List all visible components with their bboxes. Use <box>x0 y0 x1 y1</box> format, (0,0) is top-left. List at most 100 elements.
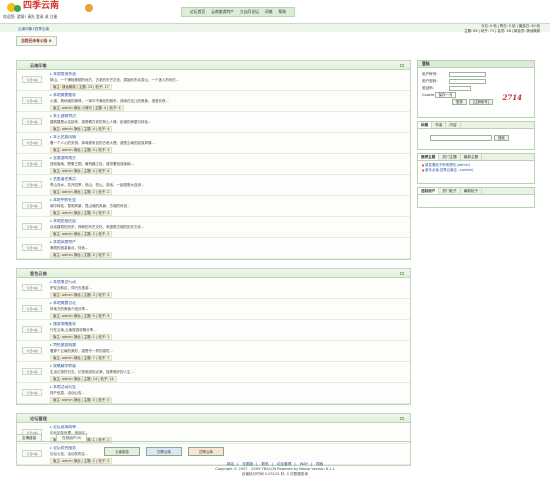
forum-status-icon: 今日0帖 <box>22 450 42 457</box>
forum-description: 行在云南,云南旅游攻略分享... <box>50 327 97 332</box>
announcement: 当前还未有公告 0 <box>16 36 57 46</box>
forum-status-icon: 今日0帖 <box>22 389 42 396</box>
forum-row: 今日0帖去旅游的地方西双版纳，野象王国，最有趣之处，感觉着西双版纳...版主: … <box>17 154 410 175</box>
forum-meta: 版主: admin 静远 | 主题: 5 | 帖子: 5 <box>50 312 113 319</box>
forum-description: 建筑建是从这起来，感受着古老的风土人情，民宿的房屋与特色... <box>50 119 152 124</box>
forum-description: 看一个人心的安排，体味原来自的古老大理，感受云南的民族风情... <box>50 140 155 145</box>
forum-status-icon: 今日0帖 <box>22 181 42 188</box>
forum-description: 青山流水，花开四季，西山、苍山、滇池，一起感受大自然... <box>50 182 145 187</box>
section-header[interactable]: 论坛管理 <box>17 414 410 423</box>
nav-specialties[interactable]: 云南旅游特产 <box>208 9 237 15</box>
badge-2[interactable]: 四季云南 <box>146 447 182 456</box>
forum-row: 今日0帖本地常说杂谈那山，一个神秘美丽的地方，古老的东巴文化，原始的东北茶山，一… <box>17 70 410 91</box>
post-stats: 今日: 0 帖 | 昨日: 0 帖 | 最高日: 40 帖 <box>480 23 540 28</box>
section-title: 客色云南 <box>30 271 47 276</box>
forum-meta: 版主: admin 静远 | 主题: 0 | 帖子: 0 <box>50 396 113 403</box>
site-logo[interactable]: 四季云南 <box>5 1 103 14</box>
forum-status-icon: 今日0帖 <box>22 223 42 230</box>
forum-status-icon: 今日0帖 <box>22 305 42 312</box>
captcha-image[interactable]: 2714 <box>503 93 522 103</box>
section-title: 云南印象 <box>30 63 47 68</box>
nav-jiuxian[interactable]: 九仙月论坛 <box>237 9 262 15</box>
badge-1[interactable]: 云南旅游 <box>104 447 140 456</box>
password-input[interactable] <box>449 79 486 84</box>
section-header[interactable]: 客色云南 <box>17 269 410 278</box>
nav-help[interactable]: 帮助 <box>276 9 290 15</box>
forum-description: 城中转站，昆明风景，昆山城的风景，古城的传说... <box>50 203 131 208</box>
welcome-text: 欢迎您: 游客! 请先 登录 或 注册 <box>3 14 58 19</box>
tab-author[interactable]: 作者 <box>432 122 447 128</box>
users-box: 活跃用户 热门帖子 最新帖子 <box>417 187 535 208</box>
tab-new-posts[interactable]: 最新帖子 <box>461 188 483 194</box>
badge-3[interactable]: 四季云南 <box>188 447 224 456</box>
footer-link[interactable]: 联系 <box>258 462 271 466</box>
forum-status-icon: 今日0帖 <box>22 97 42 104</box>
forum-row: 今日0帖本地景点行动驴友互助区，同行去旅游...版主: admin 静远 | 主… <box>17 278 410 299</box>
forum-description: 好地方的美食介绍分享... <box>50 306 89 311</box>
forum-meta: 版主: admin 静远 | 主题: 2 | 帖子: 2 <box>50 230 113 237</box>
tab-recommended[interactable]: 推荐主题 <box>418 154 440 160</box>
bottom-tabs: 友情链接 在线用户(0) <box>16 434 411 442</box>
user-label: 用户帐号: <box>422 72 438 77</box>
username-input[interactable] <box>449 72 486 77</box>
forum-row: 今日0帖本土建筑特点建筑建是从这起来，感受着古老的风土人情，民宿的房屋与特色..… <box>17 112 410 133</box>
tab-online[interactable]: 在线用户(0) <box>56 434 88 442</box>
forum-meta: 版主: admin 静远 | 主题: 3 | 帖子: 3 <box>50 209 113 216</box>
login-box: 登陆 用户帐号: 用户密码: 验证码: 2714 Cookie 保存一月 登录 … <box>417 60 535 118</box>
member-stats: 主题: 63 | 帖子: 71 | 会员: 18 | 新会员: 静远微观 <box>464 28 540 33</box>
forum-meta: 版主: admin 静远 | 主题: 1 | 帖子: 1 <box>50 333 113 340</box>
forum-status-icon: 今日0帖 <box>22 347 42 354</box>
login-button[interactable]: 登录 <box>452 99 467 106</box>
site-header: 四季云南 欢迎您: 游客! 请先 登录 或 注册 论坛首页 云南旅游特产 九仙月… <box>0 0 550 23</box>
forum-status-icon: 今日0帖 <box>22 76 42 83</box>
tab-title[interactable]: 标题 <box>418 122 433 128</box>
captcha-input[interactable] <box>449 86 471 91</box>
cookie-select[interactable]: 保存一月 <box>435 92 456 98</box>
cookie-label: Cookie <box>422 93 435 97</box>
code-label: 验证码: <box>422 86 434 91</box>
forum-row: 今日0帖旅游攻略推荐行在云南,云南旅游攻略分享...版主: admin 静远 |… <box>17 320 410 341</box>
collapse-icon[interactable] <box>400 272 404 275</box>
tab-content[interactable]: 内容 <box>446 122 461 128</box>
forum-status-icon: 今日0帖 <box>22 244 42 251</box>
forum-row: 今日0帖特色旅游线路看那个云南的美好，感受不一样的感觉...版主: admin … <box>17 341 410 362</box>
register-button[interactable]: [注册帐号] <box>468 99 493 106</box>
forum-status-icon: 今日0帖 <box>22 139 42 146</box>
forum-meta: 版主: 静远微观 | 主题: 13 | 帖子: 17 <box>50 83 112 90</box>
section-header[interactable]: 云南印象 <box>17 61 410 70</box>
forum-description: 美丽的旅游景点，特色... <box>50 245 89 250</box>
collapse-icon[interactable] <box>400 417 404 420</box>
forum-description: 火锅，具地道的美味，一家中不满足的城市，品味在这儿的美食，漫漫长夜... <box>50 98 169 103</box>
nav-home[interactable]: 论坛首页 <box>187 9 208 15</box>
collapse-icon[interactable] <box>400 64 404 67</box>
section-title: 论坛管理 <box>30 416 47 421</box>
logo-text: 四季云南 <box>23 1 60 11</box>
tab-active-users[interactable]: 活跃用户 <box>418 188 440 194</box>
breadcrumb[interactable]: 云南印象1四季云南 <box>18 27 49 31</box>
forum-description: 谈谈建筑的历史，神奇的东巴文化，来感受古城的历史文化... <box>50 224 145 229</box>
search-button[interactable]: 搜索 <box>494 135 509 141</box>
topics-box: 推荐主题 热门主题 最新主题 新发展帖子申请须知 (admin) 新手必读-四季… <box>417 153 535 184</box>
footer-link[interactable]: 论坛管理 <box>274 462 294 466</box>
forum-meta: 版主: admin 静远 | 主题: 2 | 帖子: 2 <box>50 188 113 195</box>
tab-hot-posts[interactable]: 热门帖子 <box>439 188 461 194</box>
footer-link[interactable]: 无图版 <box>239 462 256 466</box>
search-input[interactable] <box>430 135 492 141</box>
recommended-item[interactable]: 新手必读-四季云南论...(admin) <box>422 168 530 173</box>
tab-links[interactable]: 友情链接 <box>16 434 43 442</box>
forum-meta: 版主: admin 静远 | 主题: 4 | 帖子: 4 <box>50 167 113 174</box>
forum-status-icon: 今日0帖 <box>22 160 42 167</box>
footer-link[interactable]: 搜索 <box>313 462 326 466</box>
tab-latest[interactable]: 最新主题 <box>461 154 483 160</box>
search-box: 标题 作者 内容 搜索 <box>417 121 535 150</box>
runtime: 页面执行时间 0.03125 秒, 0 次数据查询 <box>242 471 308 476</box>
forum-description: 西双版纳，野象王国，最有趣之处，感觉着西双版纳... <box>50 161 134 166</box>
nav-style[interactable]: 风格 <box>262 9 276 15</box>
tab-hot[interactable]: 热门主题 <box>439 154 461 160</box>
footer-link[interactable]: 网站 <box>224 462 237 466</box>
forum-status-icon: 今日0帖 <box>22 284 42 291</box>
partner-badges: 云南旅游 四季云南 四季云南 <box>104 447 224 456</box>
forum-status-icon: 今日0帖 <box>22 118 42 125</box>
footer-link[interactable]: WAP <box>297 462 311 466</box>
forum-status-icon: 今日0帖 <box>22 202 42 209</box>
